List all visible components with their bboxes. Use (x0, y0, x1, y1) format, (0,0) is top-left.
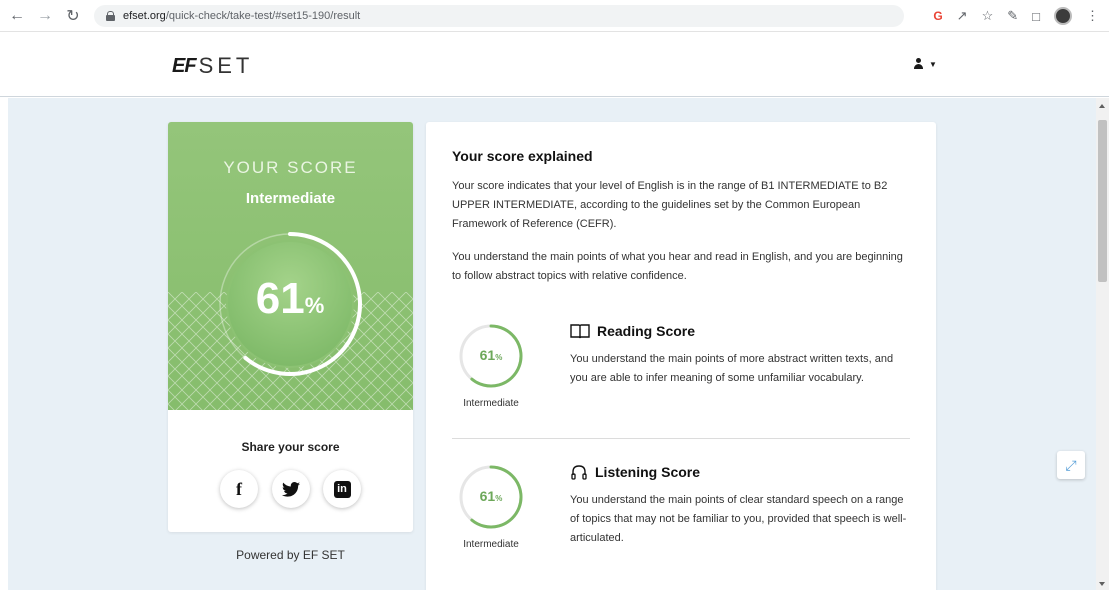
logo-set: SET (198, 53, 254, 78)
user-menu[interactable]: ▼ (913, 58, 937, 70)
page-scrollbar[interactable] (1096, 98, 1109, 590)
expand-icon[interactable]: ⤢ (1057, 451, 1085, 479)
reading-score-heading: Reading Score (570, 323, 695, 339)
overall-level: Intermediate (245, 190, 336, 207)
star-icon[interactable]: ☆ (982, 8, 994, 24)
browser-toolbar: ← → ↻ efset.org/quick-check/take-test/#s… (0, 0, 1109, 32)
reload-icon[interactable]: ↻ (62, 5, 84, 27)
book-icon (570, 324, 590, 339)
linkedin-icon: in (333, 480, 351, 498)
profile-avatar[interactable] (1054, 7, 1072, 25)
listening-score-unit: % (495, 494, 503, 503)
caret-down-icon: ▼ (929, 59, 937, 69)
reading-score-value: 61% (458, 347, 524, 363)
lock-icon (106, 11, 115, 21)
results-page: YOUR SCORE Intermediate 61% Share your s… (8, 98, 1096, 590)
facebook-share-button[interactable]: f (220, 470, 258, 508)
explanation-title: Your score explained (452, 148, 593, 164)
listening-score-value: 61% (458, 488, 524, 504)
scroll-thumb[interactable] (1098, 120, 1107, 282)
headphones-icon (571, 465, 587, 480)
reading-score-description: You understand the main points of more a… (570, 353, 894, 384)
listening-score-title: Listening Score (595, 464, 701, 480)
powered-by: Powered by EF SET (236, 548, 345, 562)
ef-set-logo[interactable]: EF SET (172, 53, 253, 79)
facebook-icon: f (236, 478, 242, 499)
explanation-paragraph-2: You understand the main points of what y… (452, 251, 903, 282)
url-path: /quick-check/take-test/#set15-190/result (165, 10, 361, 22)
your-score-heading: YOUR SCORE (223, 158, 358, 177)
reading-score-unit: % (495, 353, 503, 362)
listening-score-description: You understand the main points of clear … (570, 494, 907, 544)
twitter-share-button[interactable] (272, 470, 310, 508)
reading-score-title: Reading Score (597, 323, 696, 339)
reading-level: Intermediate (463, 398, 519, 409)
share-title: Share your score (241, 440, 340, 454)
user-icon (913, 58, 924, 70)
listening-score-number: 61 (479, 488, 496, 504)
overall-score-unit: % (304, 293, 325, 318)
listening-level: Intermediate (463, 539, 519, 550)
address-bar[interactable]: efset.org/quick-check/take-test/#set15-1… (94, 5, 904, 27)
score-summary: YOUR SCORE Intermediate 61% (168, 122, 413, 410)
overall-score-number: 61 (255, 274, 305, 323)
site-header: EF SET ▼ (0, 33, 1109, 97)
google-icon[interactable]: G (933, 9, 942, 23)
score-explanation-card: Your score explained Your score indicate… (426, 122, 936, 590)
more-menu-icon[interactable]: ⋮ (1086, 8, 1099, 24)
side-panel-icon[interactable]: □ (1032, 9, 1040, 24)
scroll-down-icon[interactable] (1099, 582, 1105, 586)
extensions-icon[interactable]: ✎ (1007, 8, 1018, 24)
share-icon[interactable]: ↗ (957, 8, 968, 24)
linkedin-share-button[interactable]: in (323, 470, 361, 508)
logo-ef: EF (172, 54, 197, 77)
listening-score-heading: Listening Score (570, 463, 700, 481)
reading-score-number: 61 (479, 347, 496, 363)
score-card: YOUR SCORE Intermediate 61% Share your s… (168, 122, 413, 532)
scroll-up-icon[interactable] (1099, 104, 1105, 108)
url-host: efset.org (123, 10, 166, 22)
section-divider (452, 438, 910, 439)
twitter-icon (282, 481, 300, 497)
arrow-right-icon[interactable]: → (34, 5, 56, 27)
explanation-paragraph-1: Your score indicates that your level of … (452, 180, 888, 230)
arrow-left-icon[interactable]: ← (6, 5, 28, 27)
overall-score-value: 61% (214, 274, 366, 324)
